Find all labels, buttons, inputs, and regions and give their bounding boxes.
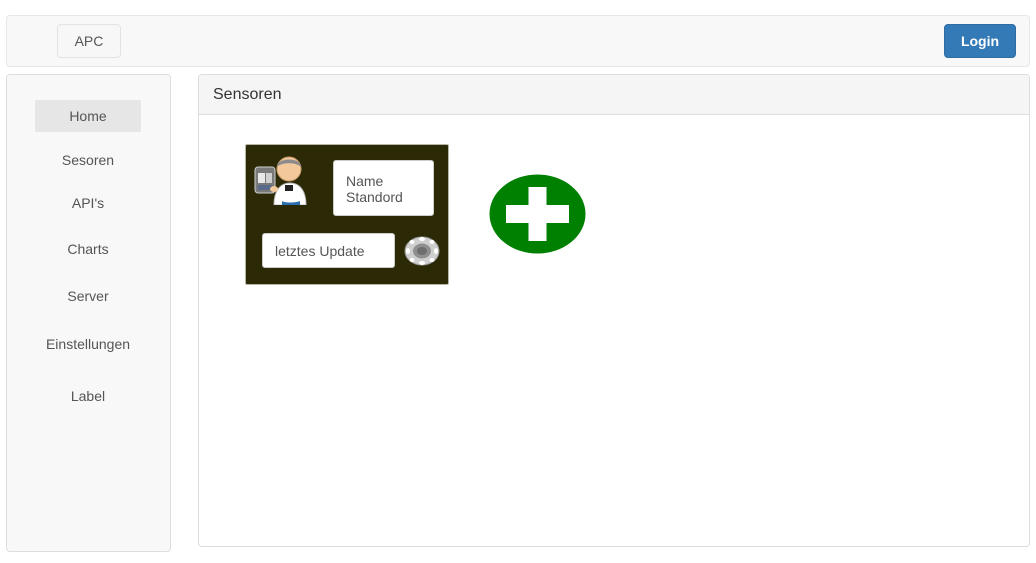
last-update-field: letztes Update — [262, 233, 395, 268]
brand-button[interactable]: APC — [57, 24, 121, 58]
sidebar-item-home[interactable]: Home — [35, 100, 141, 132]
panel-title: Sensoren — [199, 75, 1029, 115]
sensors-panel: Sensoren Name Standord letztes Update — [198, 74, 1030, 547]
login-button[interactable]: Login — [944, 24, 1016, 58]
sensor-card[interactable]: Name Standord letztes Update — [245, 144, 449, 285]
sidebar-item-label[interactable]: Label — [35, 380, 141, 412]
sidebar-item-server[interactable]: Server — [35, 280, 141, 312]
sidebar-item-einstellungen[interactable]: Einstellungen — [35, 328, 141, 360]
gear-icon[interactable] — [404, 236, 440, 266]
sidebar-item-sesoren[interactable]: Sesoren — [35, 144, 141, 176]
sidebar-item-apis[interactable]: API's — [35, 187, 141, 219]
sensor-location-label: Standord — [346, 189, 403, 205]
sensor-name-field: Name Standord — [333, 160, 434, 216]
sidebar-item-charts[interactable]: Charts — [35, 233, 141, 265]
add-sensor-button[interactable] — [489, 174, 586, 254]
sidebar: Home Sesoren API's Charts Server Einstel… — [6, 74, 171, 552]
sensor-name-label: Name — [346, 173, 384, 189]
user-sensor-icon — [254, 156, 307, 205]
top-navbar: APC Login — [6, 15, 1030, 67]
